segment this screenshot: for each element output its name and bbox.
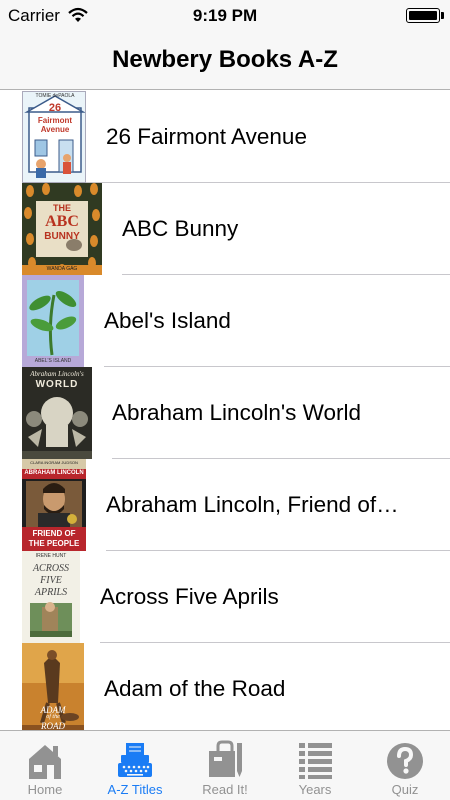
book-cover-image: THE ABC BUNNY WANDA GÁG (22, 183, 102, 275)
cover-title-text: FIVE (40, 575, 62, 586)
cover-author-text: WANDA GÁG (46, 266, 78, 272)
tab-a-z-titles[interactable]: A-Z Titles (90, 731, 180, 800)
house-icon (29, 745, 61, 779)
cover-title-text: of the (46, 714, 60, 720)
cover-title-text: ABC (45, 213, 79, 230)
cover-title-text: FRIEND OF (32, 529, 76, 538)
cover-title-text: ABEL'S ISLAND (34, 358, 72, 364)
status-bar: Carrier 9:19 PM (0, 0, 450, 30)
book-title: ABC Bunny (122, 216, 239, 241)
list-item-book[interactable]: ABEL'S ISLAND Abel's Island (0, 275, 450, 367)
cover-author-text: IRENE HUNT (35, 553, 67, 559)
cover-title-text: THE PEOPLE (28, 539, 80, 548)
list-item-book[interactable]: TOMIE dePAOLA 26 Fairmont Avenue 26 Fair… (0, 91, 450, 183)
cover-title-text: WORLD (35, 379, 79, 390)
book-title: 26 Fairmont Avenue (106, 124, 307, 149)
list-item-book[interactable]: IRENE HUNT ACROSS FIVE APRILS Across Fiv… (0, 551, 450, 643)
cover-title-text: THE (53, 203, 71, 213)
cover-title-text: BUNNY (44, 231, 80, 242)
tab-bar: Home A-Z Titles Read It! Years Quiz (0, 730, 450, 800)
book-list[interactable]: TOMIE dePAOLA 26 Fairmont Avenue 26 Fair… (0, 91, 450, 730)
cover-title-text: 26 (48, 102, 62, 114)
list-icon (299, 743, 332, 779)
book-title: Abraham Lincoln's World (112, 400, 361, 425)
typewriter-icon (118, 743, 152, 777)
status-time: 9:19 PM (192, 6, 258, 25)
cover-author-text: TOMIE dePAOLA (35, 93, 75, 99)
list-item-book[interactable]: CLARA INGRAM JUDSON ABRAHAM LINCOLN FRIE… (0, 459, 450, 551)
book-title: Across Five Aprils (100, 584, 279, 609)
tab-quiz[interactable]: Quiz (360, 731, 450, 800)
list-item-book[interactable]: THE ABC BUNNY WANDA GÁG ABC Bunny (0, 183, 450, 275)
book-title: Abel's Island (104, 308, 231, 333)
cover-title-text: ABRAHAM LINCOLN (24, 470, 84, 476)
book-cover-image: ADAM of the ROAD (22, 643, 84, 730)
cover-author-text: CLARA INGRAM JUDSON (30, 460, 78, 465)
book-cover-image: Abraham Lincoln's WORLD (22, 367, 92, 459)
book-cover-image: ABEL'S ISLAND (22, 275, 84, 367)
tab-home[interactable]: Home (0, 731, 90, 800)
tab-read-it[interactable]: Read It! (180, 731, 270, 800)
list-item-book[interactable]: Abraham Lincoln's WORLD Abraham Lincoln'… (0, 367, 450, 459)
tab-label: A-Z Titles (107, 782, 163, 797)
tab-label: Read It! (202, 782, 248, 797)
page-title: Newbery Books A-Z (112, 46, 338, 73)
book-cover-image: TOMIE dePAOLA 26 Fairmont Avenue (22, 91, 86, 183)
book-cover-image: IRENE HUNT ACROSS FIVE APRILS (22, 551, 80, 643)
cover-title-text: Abraham Lincoln's (30, 370, 84, 378)
tab-label: Years (298, 782, 332, 797)
cover-title-text: ACROSS (32, 563, 70, 574)
question-icon (387, 743, 423, 779)
cover-title-text: APRILS (34, 587, 68, 598)
book-cover-image: CLARA INGRAM JUDSON ABRAHAM LINCOLN FRIE… (22, 459, 86, 551)
tab-label: Quiz (391, 782, 419, 797)
tab-years[interactable]: Years (270, 731, 360, 800)
cover-title-text: ROAD (41, 721, 65, 730)
cover-title-text: Avenue (40, 125, 70, 134)
book-title: Abraham Lincoln, Friend of… (106, 492, 399, 517)
book-title: Adam of the Road (104, 676, 286, 701)
battery-icon (406, 8, 440, 23)
cover-title-text: Fairmont (37, 116, 73, 125)
tab-label: Home (27, 782, 63, 797)
battery-tip (441, 12, 444, 19)
book-bag-icon (209, 740, 242, 777)
list-item-book[interactable]: ADAM of the ROAD Adam of the Road (0, 643, 450, 730)
navigation-bar: Newbery Books A-Z (0, 30, 450, 90)
